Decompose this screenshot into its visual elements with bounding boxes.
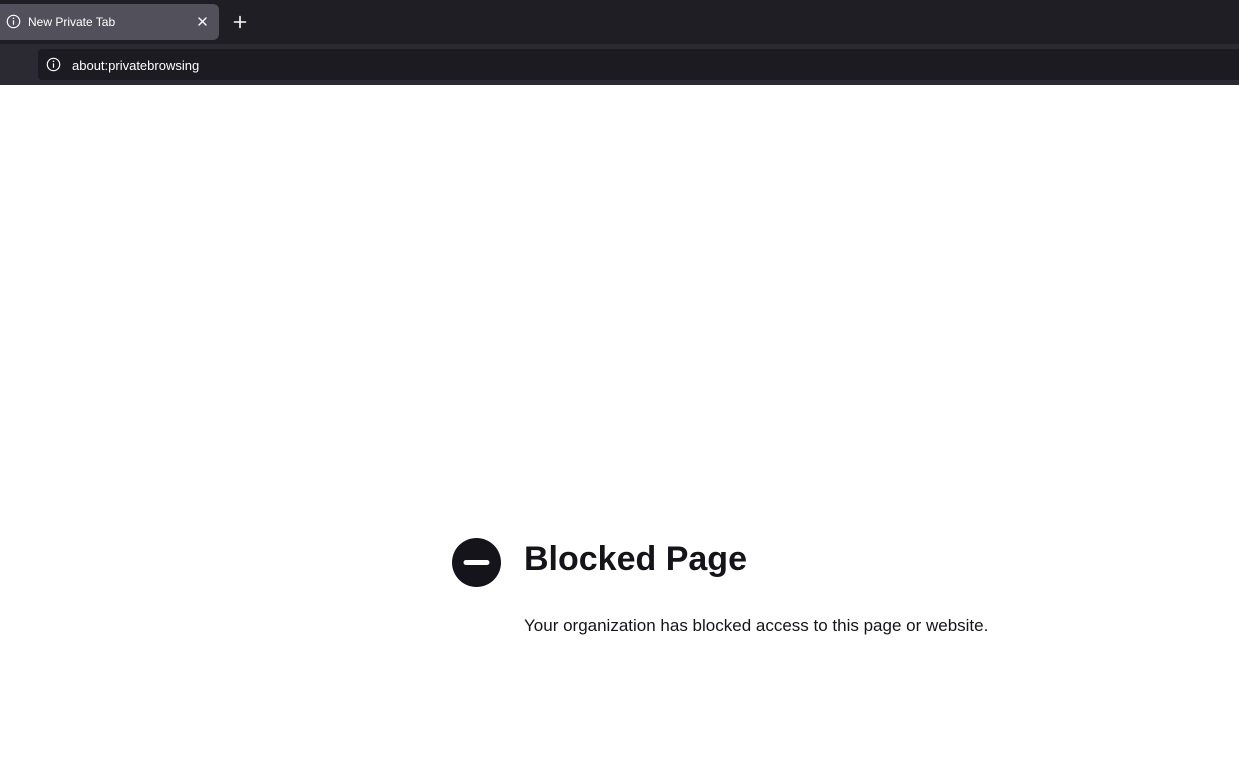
info-icon bbox=[6, 14, 21, 29]
blocked-message: Your organization has blocked access to … bbox=[524, 616, 989, 635]
blocked-page: Blocked Page Your organization has block… bbox=[0, 85, 1239, 777]
browser-chrome: New Private Tab about:privatebrowsing bbox=[0, 0, 1239, 85]
plus-icon[interactable] bbox=[229, 11, 251, 33]
address-bar[interactable]: about:privatebrowsing bbox=[38, 49, 1239, 80]
tab-strip: New Private Tab bbox=[0, 0, 1239, 44]
tab-title: New Private Tab bbox=[28, 15, 116, 29]
address-text[interactable]: about:privatebrowsing bbox=[72, 58, 199, 73]
page-title: Blocked Page bbox=[524, 540, 747, 578]
private-tab[interactable]: New Private Tab bbox=[0, 4, 219, 40]
close-icon[interactable] bbox=[194, 13, 211, 30]
navigation-toolbar: about:privatebrowsing bbox=[0, 44, 1239, 85]
info-icon[interactable] bbox=[46, 57, 61, 72]
blocked-icon bbox=[452, 538, 501, 587]
